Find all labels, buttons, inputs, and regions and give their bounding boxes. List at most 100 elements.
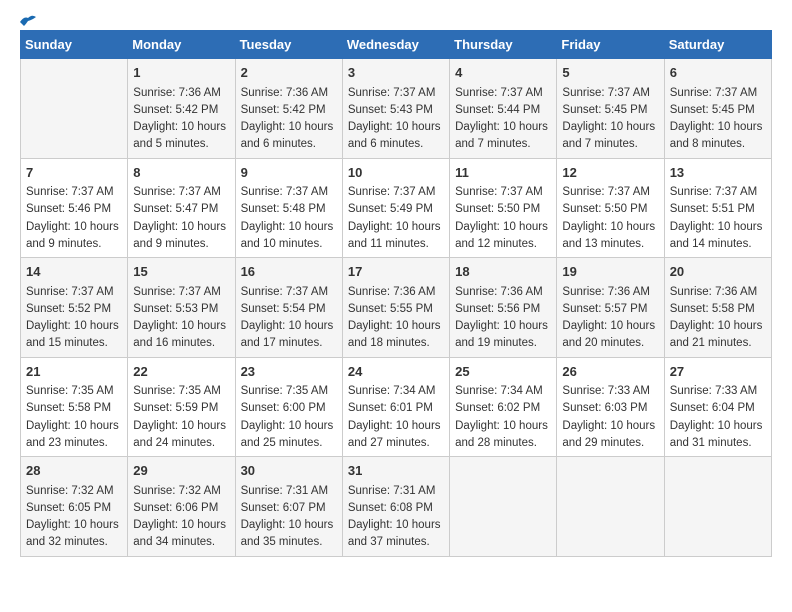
- day-number: 11: [455, 163, 551, 183]
- sunrise-text: Sunrise: 7:36 AM: [455, 286, 543, 298]
- sunset-text: Sunset: 5:48 PM: [241, 203, 326, 215]
- sunset-text: Sunset: 5:50 PM: [562, 203, 647, 215]
- sunset-text: Sunset: 6:03 PM: [562, 402, 647, 414]
- calendar-week-row: 7Sunrise: 7:37 AMSunset: 5:46 PMDaylight…: [21, 158, 772, 258]
- sunset-text: Sunset: 5:42 PM: [241, 104, 326, 116]
- day-number: 30: [241, 461, 337, 481]
- sunset-text: Sunset: 5:42 PM: [133, 104, 218, 116]
- calendar-table: SundayMondayTuesdayWednesdayThursdayFrid…: [20, 30, 772, 557]
- calendar-cell: 15Sunrise: 7:37 AMSunset: 5:53 PMDayligh…: [128, 258, 235, 358]
- daylight-text: Daylight: 10 hours and 24 minutes.: [133, 420, 226, 449]
- calendar-cell: 25Sunrise: 7:34 AMSunset: 6:02 PMDayligh…: [450, 357, 557, 457]
- sunrise-text: Sunrise: 7:37 AM: [241, 286, 329, 298]
- day-number: 28: [26, 461, 122, 481]
- sunrise-text: Sunrise: 7:34 AM: [455, 385, 543, 397]
- day-number: 13: [670, 163, 766, 183]
- calendar-cell: 30Sunrise: 7:31 AMSunset: 6:07 PMDayligh…: [235, 457, 342, 557]
- sunrise-text: Sunrise: 7:31 AM: [348, 485, 436, 497]
- day-number: 19: [562, 262, 658, 282]
- day-number: 10: [348, 163, 444, 183]
- day-number: 31: [348, 461, 444, 481]
- sunrise-text: Sunrise: 7:37 AM: [455, 87, 543, 99]
- sunrise-text: Sunrise: 7:36 AM: [133, 87, 221, 99]
- day-number: 17: [348, 262, 444, 282]
- calendar-week-row: 1 Sunrise: 7:36 AM Sunset: 5:42 PM Daylight…: [21, 59, 772, 159]
- daylight-text: Daylight: 10 hours and 7 minutes.: [562, 121, 655, 150]
- daylight-text: Daylight: 10 hours and 29 minutes.: [562, 420, 655, 449]
- sunrise-text: Sunrise: 7:37 AM: [26, 286, 114, 298]
- daylight-text: Daylight: 10 hours and 27 minutes.: [348, 420, 441, 449]
- sunset-text: Sunset: 6:01 PM: [348, 402, 433, 414]
- day-number: 6: [670, 63, 766, 83]
- day-number: 26: [562, 362, 658, 382]
- daylight-text: Daylight: 10 hours and 14 minutes.: [670, 221, 763, 250]
- calendar-cell: 1Sunrise: 7:36 AMSunset: 5:42 PMDaylight…: [128, 59, 235, 159]
- column-header-saturday: Saturday: [664, 31, 771, 59]
- sunset-text: Sunset: 5:56 PM: [455, 303, 540, 315]
- sunset-text: Sunset: 5:55 PM: [348, 303, 433, 315]
- daylight-text: Daylight: 10 hours and 9 minutes.: [26, 221, 119, 250]
- sunset-text: Sunset: 5:43 PM: [348, 104, 433, 116]
- daylight-text: Daylight: 10 hours and 9 minutes.: [133, 221, 226, 250]
- sunset-text: Sunset: 5:45 PM: [562, 104, 647, 116]
- daylight-text: Daylight: 10 hours and 19 minutes.: [455, 320, 548, 349]
- day-number: 22: [133, 362, 229, 382]
- daylight-text: Daylight: 10 hours and 20 minutes.: [562, 320, 655, 349]
- sunset-text: Sunset: 5:46 PM: [26, 203, 111, 215]
- day-number: 1: [133, 63, 229, 83]
- calendar-cell: 26Sunrise: 7:33 AMSunset: 6:03 PMDayligh…: [557, 357, 664, 457]
- calendar-cell: 11Sunrise: 7:37 AMSunset: 5:50 PMDayligh…: [450, 158, 557, 258]
- day-number: 20: [670, 262, 766, 282]
- daylight-text: Daylight: 10 hours and 23 minutes.: [26, 420, 119, 449]
- sunset-text: Sunset: 6:05 PM: [26, 502, 111, 514]
- calendar-cell: 24Sunrise: 7:34 AMSunset: 6:01 PMDayligh…: [342, 357, 449, 457]
- day-number: 8: [133, 163, 229, 183]
- column-header-friday: Friday: [557, 31, 664, 59]
- sunset-text: Sunset: 5:54 PM: [241, 303, 326, 315]
- day-number: 16: [241, 262, 337, 282]
- day-number: 12: [562, 163, 658, 183]
- day-number: 4: [455, 63, 551, 83]
- daylight-text: Daylight: 10 hours and 10 minutes.: [241, 221, 334, 250]
- daylight-text: Daylight: 10 hours and 28 minutes.: [455, 420, 548, 449]
- calendar-cell: 16Sunrise: 7:37 AMSunset: 5:54 PMDayligh…: [235, 258, 342, 358]
- sunset-text: Sunset: 6:02 PM: [455, 402, 540, 414]
- calendar-cell: 18 Sunrise: 7:36 AM Sunset: 5:56 PM Dayligh…: [450, 258, 557, 358]
- day-number: 5: [562, 63, 658, 83]
- daylight-text: Daylight: 10 hours and 31 minutes.: [670, 420, 763, 449]
- sunrise-text: Sunrise: 7:37 AM: [348, 87, 436, 99]
- calendar-cell: 14 Sunrise: 7:37 AM Sunset: 5:52 PM Dayligh…: [21, 258, 128, 358]
- sunrise-text: Sunrise: 7:35 AM: [133, 385, 221, 397]
- calendar-cell: 22Sunrise: 7:35 AMSunset: 5:59 PMDayligh…: [128, 357, 235, 457]
- daylight-text: Daylight: 10 hours and 6 minutes.: [348, 121, 441, 150]
- column-header-wednesday: Wednesday: [342, 31, 449, 59]
- day-number: 14: [26, 262, 122, 282]
- sunset-text: Sunset: 5:58 PM: [670, 303, 755, 315]
- day-number: 2: [241, 63, 337, 83]
- calendar-cell: 12Sunrise: 7:37 AMSunset: 5:50 PMDayligh…: [557, 158, 664, 258]
- sunrise-text: Sunrise: 7:36 AM: [241, 87, 329, 99]
- column-header-sunday: Sunday: [21, 31, 128, 59]
- sunrise-text: Sunrise: 7:37 AM: [670, 186, 758, 198]
- sunrise-text: Sunrise: 7:35 AM: [26, 385, 114, 397]
- day-number: 29: [133, 461, 229, 481]
- calendar-cell: [664, 457, 771, 557]
- daylight-text: Daylight: 10 hours and 25 minutes.: [241, 420, 334, 449]
- sunset-text: Sunset: 5:57 PM: [562, 303, 647, 315]
- sunrise-text: Sunrise: 7:37 AM: [241, 186, 329, 198]
- day-number: 18: [455, 262, 551, 282]
- sunrise-text: Sunrise: 7:37 AM: [133, 286, 221, 298]
- calendar-cell: 17Sunrise: 7:36 AMSunset: 5:55 PMDayligh…: [342, 258, 449, 358]
- daylight-text: Daylight: 10 hours and 15 minutes.: [26, 320, 119, 349]
- day-number: 3: [348, 63, 444, 83]
- calendar-cell: 31Sunrise: 7:31 AMSunset: 6:08 PMDayligh…: [342, 457, 449, 557]
- calendar-cell: 3 Sunrise: 7:37 AM Sunset: 5:43 PM Daylight…: [342, 59, 449, 159]
- daylight-text: Daylight: 10 hours and 32 minutes.: [26, 519, 119, 548]
- daylight-text: Daylight: 10 hours and 13 minutes.: [562, 221, 655, 250]
- sunset-text: Sunset: 5:52 PM: [26, 303, 111, 315]
- calendar-cell: 23Sunrise: 7:35 AMSunset: 6:00 PMDayligh…: [235, 357, 342, 457]
- sunrise-text: Sunrise: 7:37 AM: [455, 186, 543, 198]
- sunrise-text: Sunrise: 7:36 AM: [562, 286, 650, 298]
- day-number: 15: [133, 262, 229, 282]
- sunset-text: Sunset: 5:49 PM: [348, 203, 433, 215]
